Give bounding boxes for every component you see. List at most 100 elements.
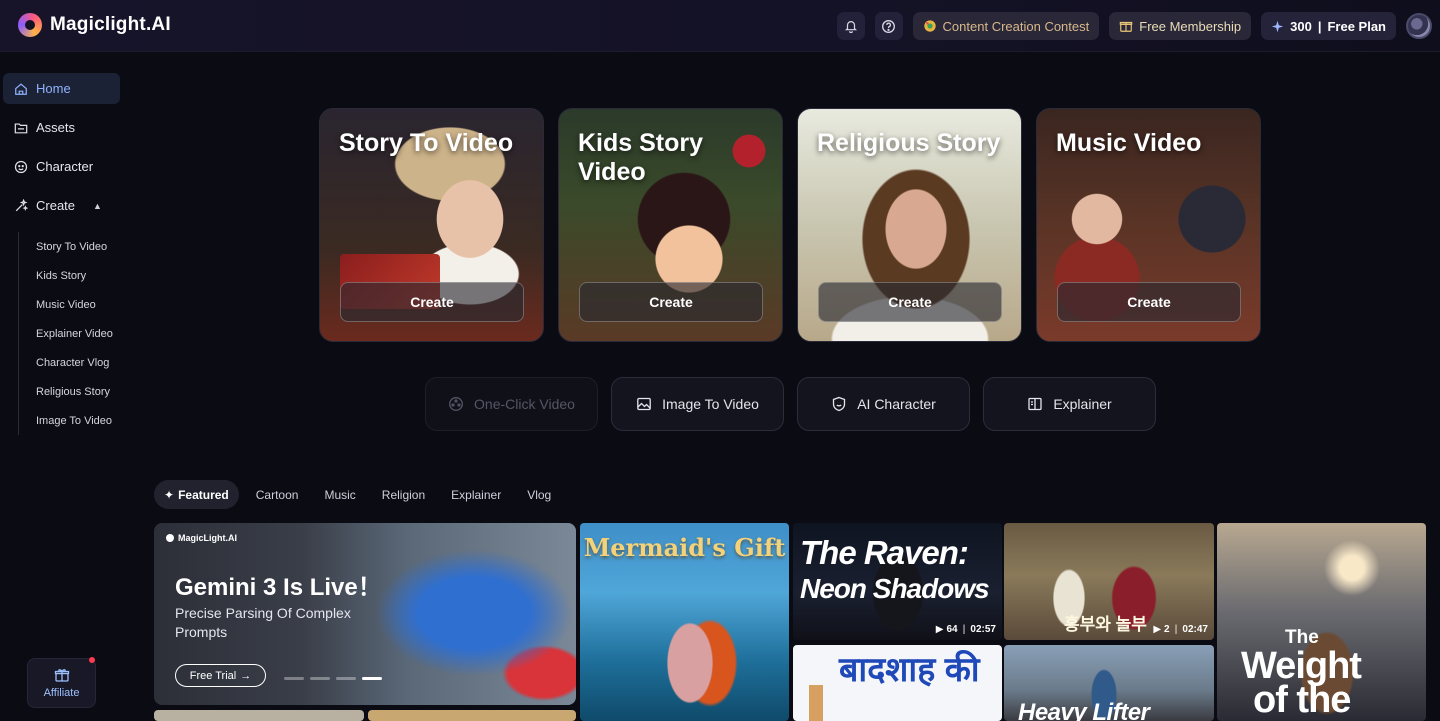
card-title: Religious Story [817,129,1001,157]
tile-title-line2: Weight [1241,645,1362,687]
affiliate-label: Affiliate [43,687,80,699]
tab-religion[interactable]: Religion [369,480,438,509]
magiclight-logo-icon [18,13,42,37]
gallery-tile-weight-of-the-cross[interactable]: The Weight of the [1217,523,1426,721]
create-button[interactable]: Create [579,282,763,322]
meta-separator: | [1174,624,1178,635]
sidebar-item-create[interactable]: Create ▲ [3,190,120,221]
explainer-button[interactable]: Explainer [983,377,1156,431]
submenu-item-music-video[interactable]: Music Video [19,290,128,319]
promo-banner[interactable]: MagicLight.AI Gemini 3 Is Live！ Precise … [154,523,576,705]
one-click-video-button[interactable]: One-Click Video [425,377,598,431]
contest-label: Content Creation Contest [942,18,1090,34]
duration: 02:47 [1182,624,1208,635]
submenu-item-image-to-video[interactable]: Image To Video [19,406,128,435]
tool-label: One-Click Video [474,396,575,412]
gallery-tile-partial[interactable] [368,710,576,721]
tab-music[interactable]: Music [311,480,368,509]
tile-title: Heavy Lifter [1018,699,1150,721]
character-icon [14,160,28,173]
help-button[interactable] [874,12,903,40]
banner-brand-text: MagicLight.AI [178,533,237,543]
submenu-item-story-to-video[interactable]: Story To Video [19,232,128,261]
app-logo[interactable]: Magiclight.AI [18,13,171,37]
image-to-video-button[interactable]: Image To Video [611,377,784,431]
category-tabs: ✦ Featured Cartoon Music Religion Explai… [154,480,564,509]
tab-featured[interactable]: ✦ Featured [154,480,239,509]
carousel-dot[interactable] [336,677,356,680]
tile-artwork [809,685,823,721]
hero-card-music-video[interactable]: Music Video Create [1036,108,1261,342]
gallery-tile-mermaids-gift[interactable]: Mermaid's Gift [580,523,789,721]
affiliate-button[interactable]: Affiliate [27,657,96,708]
carousel-dot[interactable] [310,677,330,680]
notification-dot [89,657,95,663]
folder-icon [14,122,28,133]
submenu-item-religious-story[interactable]: Religious Story [19,377,128,406]
submenu-item-kids-story[interactable]: Kids Story [19,261,128,290]
carousel-dot[interactable] [284,677,304,680]
tile-title: 흥부와 놀부 [1064,615,1147,634]
header-actions: Content Creation Contest Free Membership… [836,12,1432,40]
gift-icon [1119,21,1133,32]
create-button[interactable]: Create [340,282,524,322]
sidebar-item-label: Assets [36,120,76,135]
gallery-tile-heavy-lifter[interactable]: Heavy Lifter [1004,645,1214,721]
card-title: Story To Video [339,129,514,157]
sparkle-icon [1271,20,1284,32]
create-button[interactable]: Create [1057,282,1241,322]
hero-card-story-to-video[interactable]: Story To Video Create [319,108,544,342]
tile-title-line1: The Raven: [800,534,969,571]
sidebar-item-home[interactable]: Home [3,73,120,104]
tile-title: Mermaid's Gift [583,533,786,562]
hero-card-kids-story-video[interactable]: Kids Story Video Create [558,108,783,342]
membership-label: Free Membership [1139,18,1242,34]
card-title: Music Video [1056,129,1202,157]
help-circle-icon [882,19,896,33]
banner-title: Gemini 3 Is Live！ [175,574,382,601]
shield-face-icon [833,396,846,412]
create-button[interactable]: Create [818,282,1002,322]
ai-character-button[interactable]: AI Character [797,377,970,431]
gallery-tile-hindi-story[interactable]: बादशाह की [793,645,1002,721]
content-contest-button[interactable]: Content Creation Contest [912,12,1100,40]
view-count: 64 [946,624,958,635]
submenu-item-character-vlog[interactable]: Character Vlog [19,348,128,377]
bell-icon [844,21,857,33]
credits-plan-button[interactable]: 300 | Free Plan [1261,12,1396,40]
magic-wand-icon [15,198,28,211]
tile-title: The Weight of the [1241,627,1426,719]
submenu-item-explainer-video[interactable]: Explainer Video [19,319,128,348]
gallery-tile-partial[interactable] [154,710,364,721]
free-trial-button[interactable]: Free Trial → [175,664,266,687]
tile-title: बादशाह की [839,651,980,689]
notifications-button[interactable] [836,12,865,40]
tool-label: AI Character [857,396,936,412]
tool-label: Image To Video [662,396,759,412]
sidebar-item-character[interactable]: Character [3,151,120,182]
credits-count: 300 [1290,18,1312,34]
hero-card-religious-story[interactable]: Religious Story Create [797,108,1022,342]
banner-brand: MagicLight.AI [166,533,237,543]
top-header: Magiclight.AI Content Creation Contest F… [0,0,1440,52]
gallery-tile-raven[interactable]: The Raven: Neon Shadows ▶ 64 | 02:57 [793,523,1002,640]
view-count: 2 [1164,624,1170,635]
banner-subtitle: Precise Parsing Of Complex Prompts [175,605,351,640]
trophy-badge-icon [923,20,936,32]
tab-cartoon[interactable]: Cartoon [243,480,312,509]
home-icon [15,82,27,95]
plan-separator: | [1317,18,1322,34]
sidebar-item-label: Create [36,198,76,213]
card-title: Kids Story Video [578,129,704,186]
sidebar-item-assets[interactable]: Assets [3,112,120,143]
tab-vlog[interactable]: Vlog [514,480,564,509]
tab-explainer[interactable]: Explainer [438,480,514,509]
meta-separator: | [962,624,966,635]
chevron-up-icon[interactable]: ▲ [93,201,102,211]
carousel-dot-active[interactable] [362,677,382,680]
tile-meta: ▶ 2 | 02:47 [1153,624,1208,635]
sidebar: Home Assets Character Create ▲ Story To … [0,52,130,721]
free-membership-button[interactable]: Free Membership [1109,12,1252,40]
gallery-tile-heungbu[interactable]: 흥부와 놀부 ▶ 2 | 02:47 [1004,523,1214,640]
user-avatar[interactable] [1406,13,1432,39]
